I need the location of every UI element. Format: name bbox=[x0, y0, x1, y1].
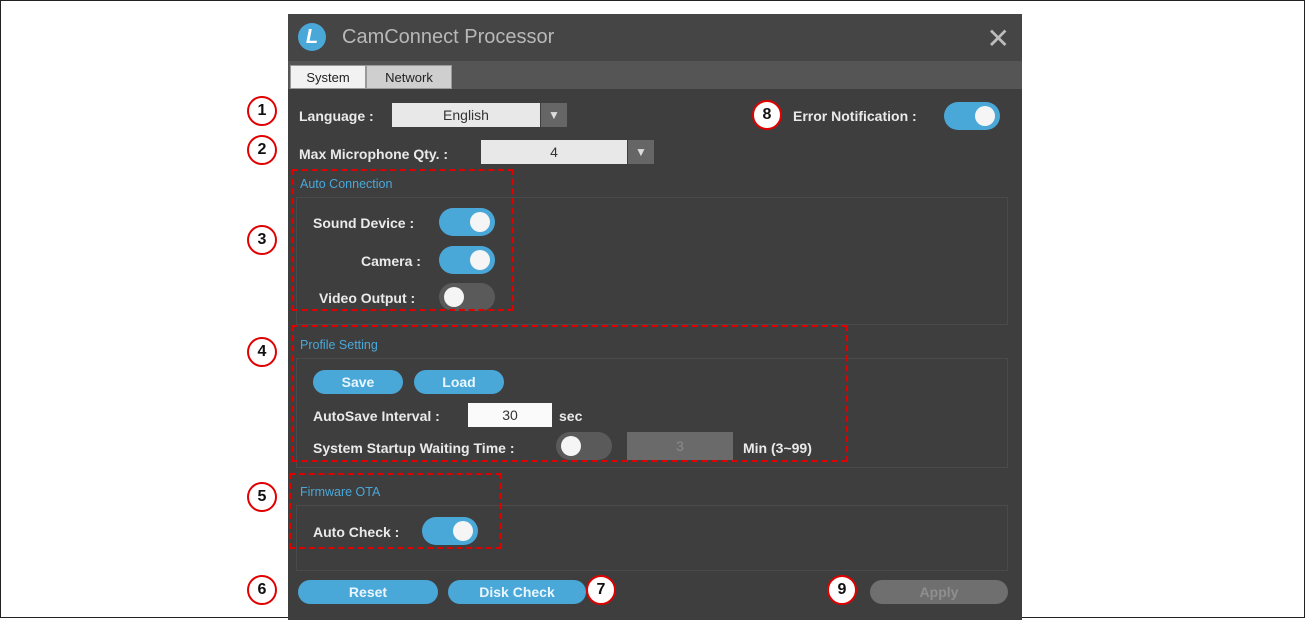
app-title: CamConnect Processor bbox=[342, 26, 555, 48]
language-label: Language : bbox=[299, 108, 374, 124]
callout-1: 1 bbox=[247, 96, 277, 126]
error-notification-toggle[interactable] bbox=[944, 102, 1000, 130]
annotation-box-auto-connection bbox=[292, 169, 514, 311]
callout-8: 8 bbox=[752, 100, 782, 130]
error-notification-label: Error Notification : bbox=[793, 108, 917, 124]
chevron-down-icon[interactable]: ▼ bbox=[541, 103, 567, 127]
callout-7: 7 bbox=[586, 575, 616, 605]
callout-9: 9 bbox=[827, 575, 857, 605]
tab-network[interactable]: Network bbox=[366, 65, 452, 89]
callout-5: 5 bbox=[247, 482, 277, 512]
title-bar: L CamConnect Processor ✕ bbox=[288, 14, 1022, 61]
apply-button[interactable]: Apply bbox=[870, 580, 1008, 604]
tab-system[interactable]: System bbox=[290, 65, 366, 89]
callout-2: 2 bbox=[247, 135, 277, 165]
annotation-box-profile-setting bbox=[292, 325, 848, 462]
callout-6: 6 bbox=[247, 575, 277, 605]
callout-3: 3 bbox=[247, 225, 277, 255]
max-mic-select[interactable]: 4 bbox=[481, 140, 627, 164]
tab-bar: System Network bbox=[288, 61, 1022, 89]
reset-button[interactable]: Reset bbox=[298, 580, 438, 604]
disk-check-button[interactable]: Disk Check bbox=[448, 580, 586, 604]
close-icon[interactable]: ✕ bbox=[987, 22, 1010, 55]
chevron-down-icon[interactable]: ▼ bbox=[628, 140, 654, 164]
toggle-knob bbox=[975, 106, 995, 126]
app-logo-icon: L bbox=[298, 23, 326, 51]
callout-4: 4 bbox=[247, 337, 277, 367]
language-select[interactable]: English bbox=[392, 103, 540, 127]
max-mic-label: Max Microphone Qty. : bbox=[299, 146, 449, 162]
annotation-box-firmware-ota bbox=[289, 473, 502, 549]
